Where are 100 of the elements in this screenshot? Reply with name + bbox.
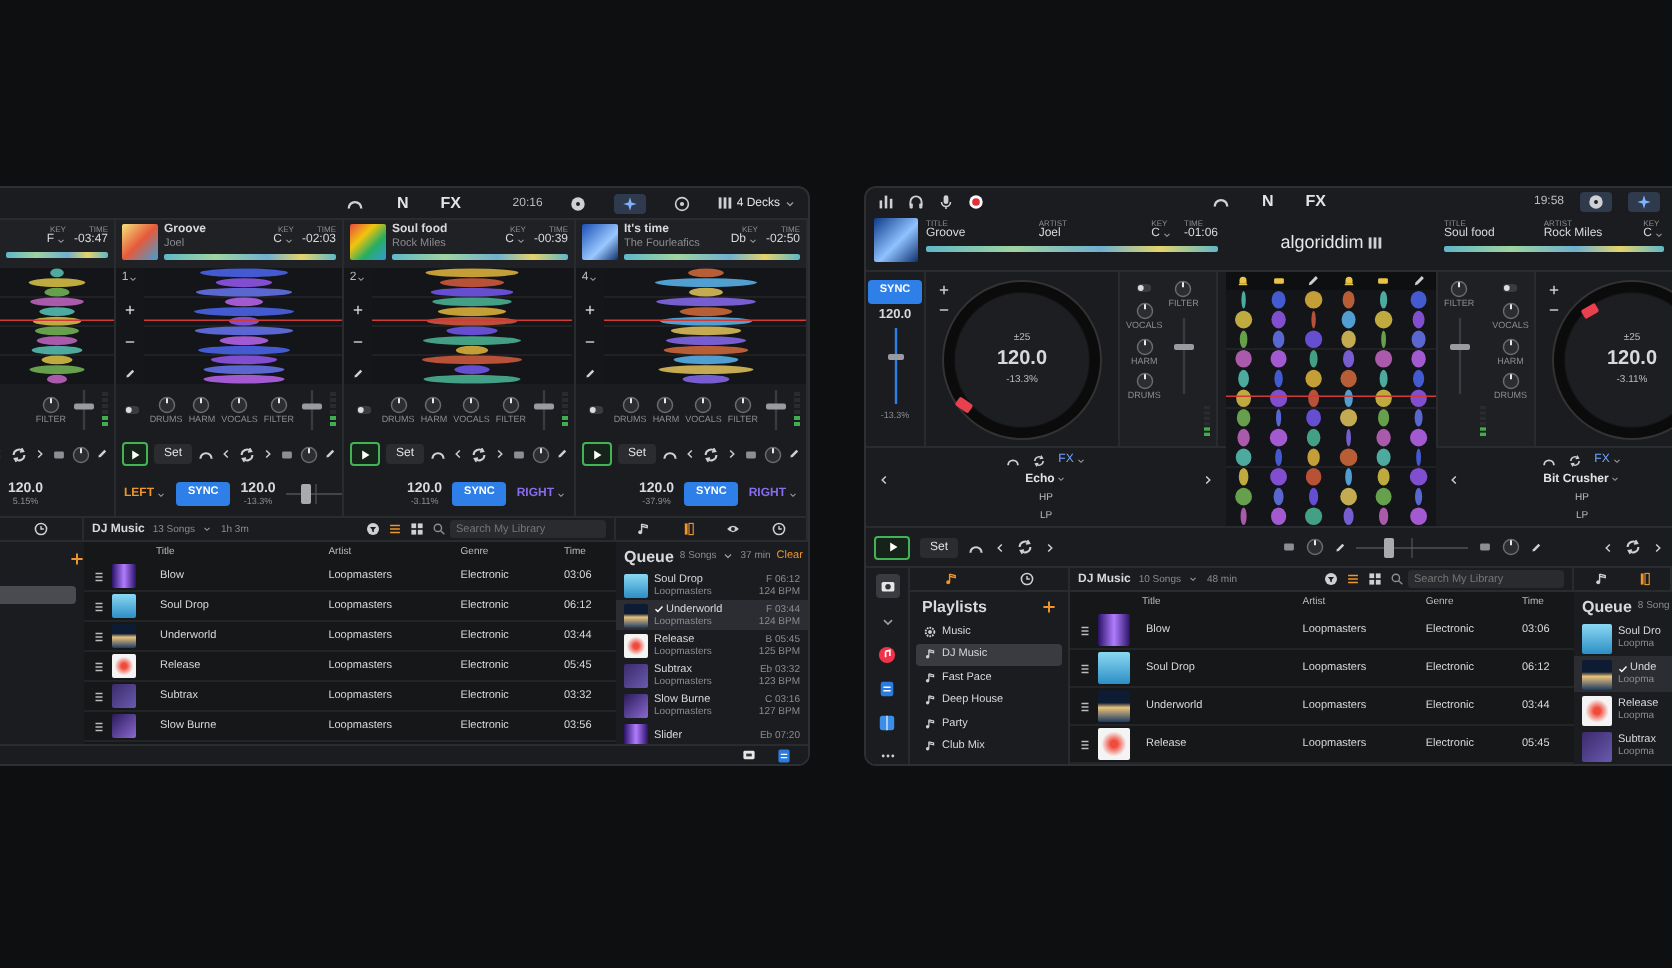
drag-handle-icon[interactable] bbox=[91, 569, 105, 583]
volume-fader[interactable] bbox=[764, 388, 788, 432]
square-icon[interactable] bbox=[744, 447, 758, 461]
toolbar-button[interactable]: FX bbox=[440, 194, 461, 212]
playlist-icon[interactable] bbox=[635, 522, 650, 536]
toggle-switch[interactable] bbox=[1132, 280, 1157, 296]
pencil-icon[interactable] bbox=[324, 448, 336, 460]
plus-icon[interactable] bbox=[1548, 284, 1560, 296]
pencil-icon[interactable] bbox=[584, 368, 596, 380]
toolbar-button[interactable]: N bbox=[396, 194, 409, 212]
knob[interactable] bbox=[694, 395, 713, 414]
minus-icon[interactable] bbox=[1548, 304, 1560, 316]
drag-handle-icon[interactable] bbox=[1077, 737, 1091, 751]
caret-icon[interactable] bbox=[747, 235, 758, 246]
play-button[interactable] bbox=[582, 442, 612, 466]
toolbar-button[interactable]: FX bbox=[1305, 192, 1326, 210]
chevron-right-icon[interactable] bbox=[1044, 541, 1057, 553]
chevron-left-icon[interactable] bbox=[452, 448, 464, 460]
knob[interactable] bbox=[72, 445, 90, 463]
knob[interactable] bbox=[192, 395, 211, 414]
play-button[interactable] bbox=[122, 442, 148, 466]
nudge-icon[interactable] bbox=[1006, 453, 1021, 467]
chevron-right-icon[interactable] bbox=[1201, 473, 1214, 485]
knob[interactable] bbox=[389, 395, 408, 414]
knob[interactable] bbox=[1501, 302, 1520, 320]
loop-icon[interactable] bbox=[470, 445, 488, 463]
playlist-icon[interactable] bbox=[944, 572, 959, 586]
knob[interactable] bbox=[1306, 538, 1324, 556]
knob[interactable] bbox=[41, 395, 60, 414]
toggle-switch[interactable] bbox=[119, 402, 144, 418]
volume-fader[interactable] bbox=[300, 388, 324, 432]
clock-icon[interactable] bbox=[772, 522, 787, 536]
chevron-left-icon[interactable] bbox=[994, 541, 1007, 553]
plus-icon[interactable] bbox=[352, 304, 364, 316]
knob[interactable] bbox=[764, 445, 782, 463]
play-button[interactable] bbox=[350, 442, 380, 466]
loop-icon[interactable] bbox=[238, 445, 256, 463]
chevron-right-icon[interactable] bbox=[726, 448, 738, 460]
music-app-icon[interactable] bbox=[878, 646, 896, 664]
document-icon[interactable] bbox=[776, 747, 792, 763]
grid-view-icon[interactable] bbox=[1368, 572, 1382, 586]
plus-icon[interactable] bbox=[124, 304, 136, 316]
knob[interactable] bbox=[1135, 372, 1154, 390]
nudge-icon[interactable] bbox=[662, 446, 678, 462]
knob[interactable] bbox=[1502, 538, 1520, 556]
pencil-icon[interactable] bbox=[788, 448, 800, 460]
chevron-left-icon[interactable] bbox=[684, 448, 696, 460]
minus-icon[interactable] bbox=[938, 304, 950, 316]
square-icon[interactable] bbox=[280, 447, 294, 461]
drag-handle-icon[interactable] bbox=[91, 719, 105, 733]
caret-icon[interactable] bbox=[515, 235, 526, 246]
knob[interactable] bbox=[733, 395, 752, 414]
minus-icon[interactable] bbox=[352, 336, 364, 348]
queue-icon[interactable] bbox=[681, 522, 696, 536]
drag-handle-icon[interactable] bbox=[91, 659, 105, 673]
crossfader[interactable] bbox=[285, 482, 342, 506]
playlist-icon[interactable] bbox=[1593, 572, 1607, 586]
knob[interactable] bbox=[462, 395, 481, 414]
screen-icon[interactable] bbox=[742, 748, 756, 762]
plus-icon[interactable] bbox=[584, 304, 596, 316]
pencil-icon[interactable] bbox=[352, 368, 364, 380]
pencil-icon[interactable] bbox=[1334, 541, 1346, 553]
chevron-down-icon[interactable] bbox=[879, 614, 895, 630]
chevron-right-icon[interactable] bbox=[34, 448, 46, 460]
loop-icon[interactable] bbox=[1032, 453, 1047, 467]
caret-icon[interactable] bbox=[1654, 229, 1664, 239]
knob[interactable] bbox=[1135, 337, 1154, 355]
view-toggle[interactable] bbox=[614, 193, 647, 213]
square-icon[interactable] bbox=[1478, 540, 1492, 554]
nudge-icon[interactable] bbox=[198, 446, 214, 462]
square-icon[interactable] bbox=[1282, 540, 1296, 554]
view-toggle[interactable] bbox=[1580, 191, 1612, 211]
knob[interactable] bbox=[1501, 337, 1520, 355]
caret-icon[interactable] bbox=[128, 273, 139, 283]
search-icon[interactable] bbox=[1390, 572, 1404, 586]
knob[interactable] bbox=[501, 395, 520, 414]
caret-icon[interactable] bbox=[55, 235, 66, 246]
nudge-icon[interactable] bbox=[430, 446, 446, 462]
caret-icon[interactable] bbox=[722, 550, 735, 562]
volume-fader[interactable] bbox=[1171, 315, 1196, 395]
caret-icon[interactable] bbox=[283, 235, 294, 246]
volume-fader[interactable] bbox=[532, 388, 556, 432]
chevron-left-icon[interactable] bbox=[878, 473, 890, 485]
play-button[interactable] bbox=[874, 535, 910, 559]
drag-handle-icon[interactable] bbox=[1077, 661, 1091, 675]
knob[interactable] bbox=[532, 445, 550, 463]
knob[interactable] bbox=[424, 395, 443, 414]
app-icon[interactable] bbox=[878, 714, 896, 732]
drag-handle-icon[interactable] bbox=[1077, 699, 1091, 713]
rail-tab[interactable] bbox=[875, 574, 899, 598]
pencil-icon[interactable] bbox=[96, 448, 108, 460]
document-icon[interactable] bbox=[878, 680, 896, 698]
pencil-icon[interactable] bbox=[556, 448, 568, 460]
loop-icon[interactable] bbox=[702, 445, 720, 463]
crossfader[interactable] bbox=[1356, 535, 1468, 559]
minus-icon[interactable] bbox=[584, 336, 596, 348]
microphone-icon[interactable] bbox=[938, 193, 954, 209]
loop-icon[interactable] bbox=[10, 445, 28, 463]
caret-icon[interactable] bbox=[202, 524, 213, 534]
drag-handle-icon[interactable] bbox=[91, 599, 105, 613]
